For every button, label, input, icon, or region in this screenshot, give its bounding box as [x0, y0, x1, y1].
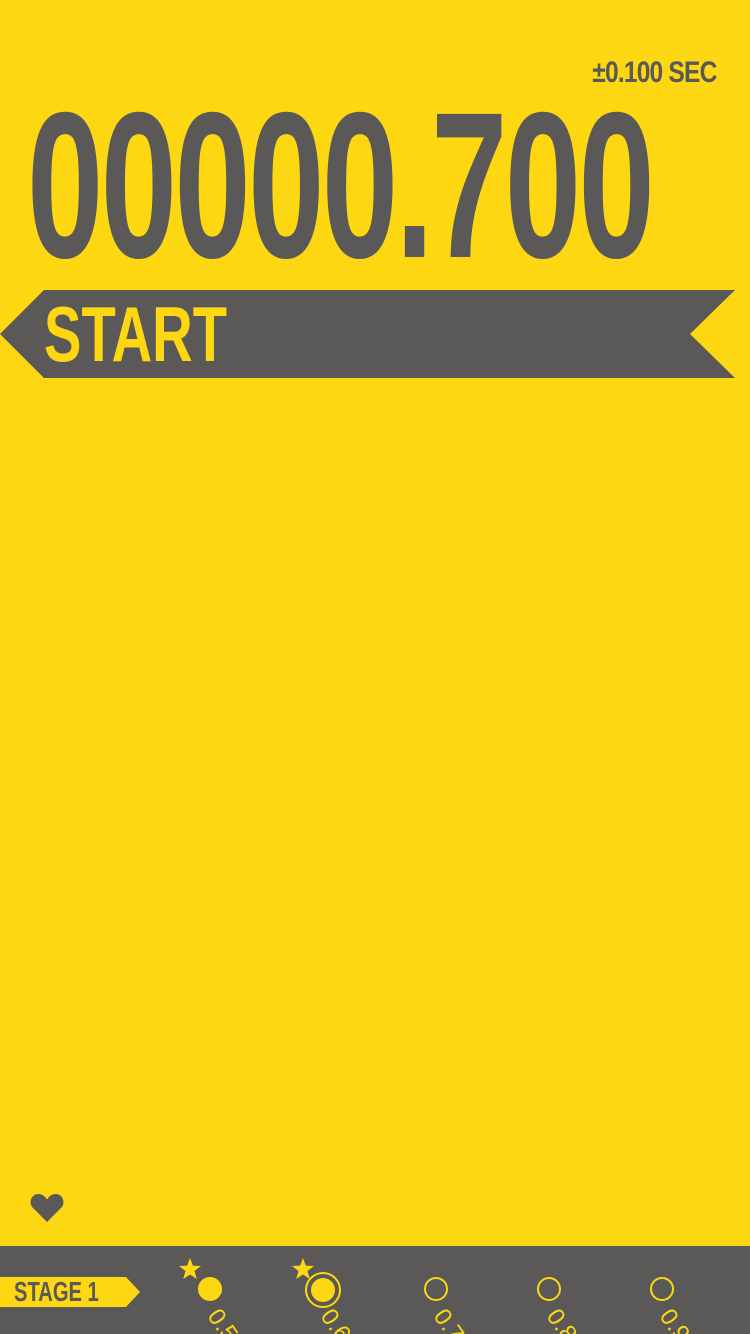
level-dot-current — [305, 1272, 341, 1308]
stage-bar: STAGE 1 0.5 0.6 0.7 0.8 0.9 — [0, 1246, 750, 1334]
level-label: 0.6 — [314, 1304, 357, 1334]
stage-label: STAGE 1 — [14, 1276, 99, 1307]
level-label: 0.9 — [653, 1304, 696, 1334]
star-icon — [179, 1258, 201, 1279]
stage-tag[interactable]: STAGE 1 — [0, 1276, 140, 1307]
level-dot-locked — [650, 1277, 674, 1301]
level-item-0-5[interactable]: 0.5 — [176, 1246, 276, 1334]
timer-display: 00000.700 — [27, 70, 655, 302]
level-item-0-8[interactable]: 0.8 — [515, 1246, 615, 1334]
level-label: 0.7 — [427, 1304, 470, 1334]
level-item-0-7[interactable]: 0.7 — [402, 1246, 502, 1334]
level-item-0-6[interactable]: 0.6 — [289, 1246, 389, 1334]
heart-icon[interactable] — [30, 1192, 64, 1224]
level-dot-completed — [198, 1277, 222, 1301]
level-label: 0.8 — [540, 1304, 583, 1334]
level-dot-locked — [424, 1277, 448, 1301]
start-button[interactable]: START — [0, 290, 735, 378]
level-label: 0.5 — [201, 1304, 244, 1334]
start-button-label: START — [44, 290, 228, 378]
level-item-0-9[interactable]: 0.9 — [628, 1246, 728, 1334]
level-dot-locked — [537, 1277, 561, 1301]
